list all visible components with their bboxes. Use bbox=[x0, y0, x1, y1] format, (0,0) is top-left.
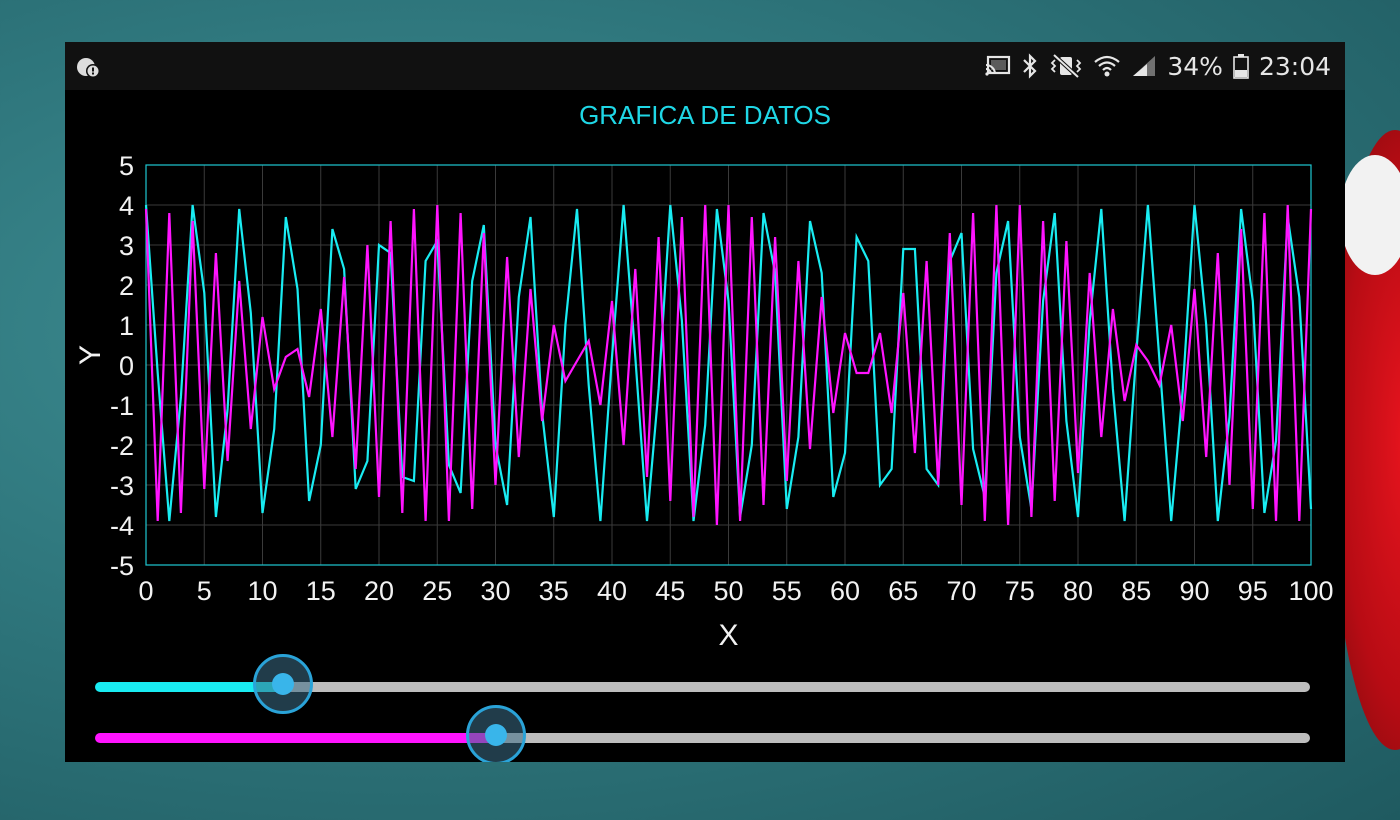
x-tick-label: 85 bbox=[1121, 576, 1151, 606]
x-tick-label: 65 bbox=[888, 576, 918, 606]
x-tick-label: 25 bbox=[422, 576, 452, 606]
x-tick-label: 95 bbox=[1238, 576, 1268, 606]
x-tick-label: 5 bbox=[197, 576, 212, 606]
x-tick-label: 10 bbox=[247, 576, 277, 606]
x-axis-title: X bbox=[718, 619, 738, 652]
slider-thumb[interactable] bbox=[465, 705, 526, 762]
y-tick-label: 0 bbox=[119, 351, 134, 381]
x-tick-label: 90 bbox=[1179, 576, 1209, 606]
y-tick-label: -4 bbox=[110, 511, 134, 541]
slider-thumb[interactable] bbox=[253, 654, 314, 714]
x-tick-label: 35 bbox=[539, 576, 569, 606]
y-tick-label: 4 bbox=[119, 191, 134, 221]
slider-thumb-dot bbox=[272, 673, 295, 695]
y-axis-title: Y bbox=[74, 345, 107, 365]
x-tick-label: 50 bbox=[713, 576, 743, 606]
x-tick-label: 30 bbox=[480, 576, 510, 606]
line-chart: 0 5 10 15 20 25 30 35 40 45 50 55 60 65 70 75 80 85 90 95 10… bbox=[74, 151, 1334, 652]
x-tick-label: 0 bbox=[138, 576, 153, 606]
phone-screen: 34% 23:04 GRAFICA DE DATOS 0 5 10 15 20 25 30 3… bbox=[65, 42, 1345, 762]
slider-fill bbox=[95, 733, 496, 743]
y-tick-label: -3 bbox=[110, 471, 134, 501]
slider-thumb-dot bbox=[484, 724, 507, 746]
y-tick-label: 2 bbox=[119, 271, 134, 301]
x-tick-label: 15 bbox=[306, 576, 336, 606]
x-tick-label: 55 bbox=[772, 576, 802, 606]
x-tick-label: 75 bbox=[1005, 576, 1035, 606]
x-tick-label: 70 bbox=[946, 576, 976, 606]
x-tick-label: 20 bbox=[364, 576, 394, 606]
x-tick-label: 45 bbox=[655, 576, 685, 606]
x-tick-label: 100 bbox=[1288, 576, 1333, 606]
y-tick-label: -5 bbox=[110, 551, 134, 581]
y-tick-label: -1 bbox=[110, 391, 134, 421]
y-tick-label: 5 bbox=[119, 151, 134, 181]
x-tick-label: 40 bbox=[597, 576, 627, 606]
x-tick-label: 60 bbox=[830, 576, 860, 606]
y-tick-label: 3 bbox=[119, 231, 134, 261]
magenta-amplitude-slider[interactable] bbox=[95, 705, 1310, 762]
y-tick-label: 1 bbox=[119, 311, 134, 341]
y-tick-label: -2 bbox=[110, 431, 134, 461]
x-tick-label: 80 bbox=[1063, 576, 1093, 606]
